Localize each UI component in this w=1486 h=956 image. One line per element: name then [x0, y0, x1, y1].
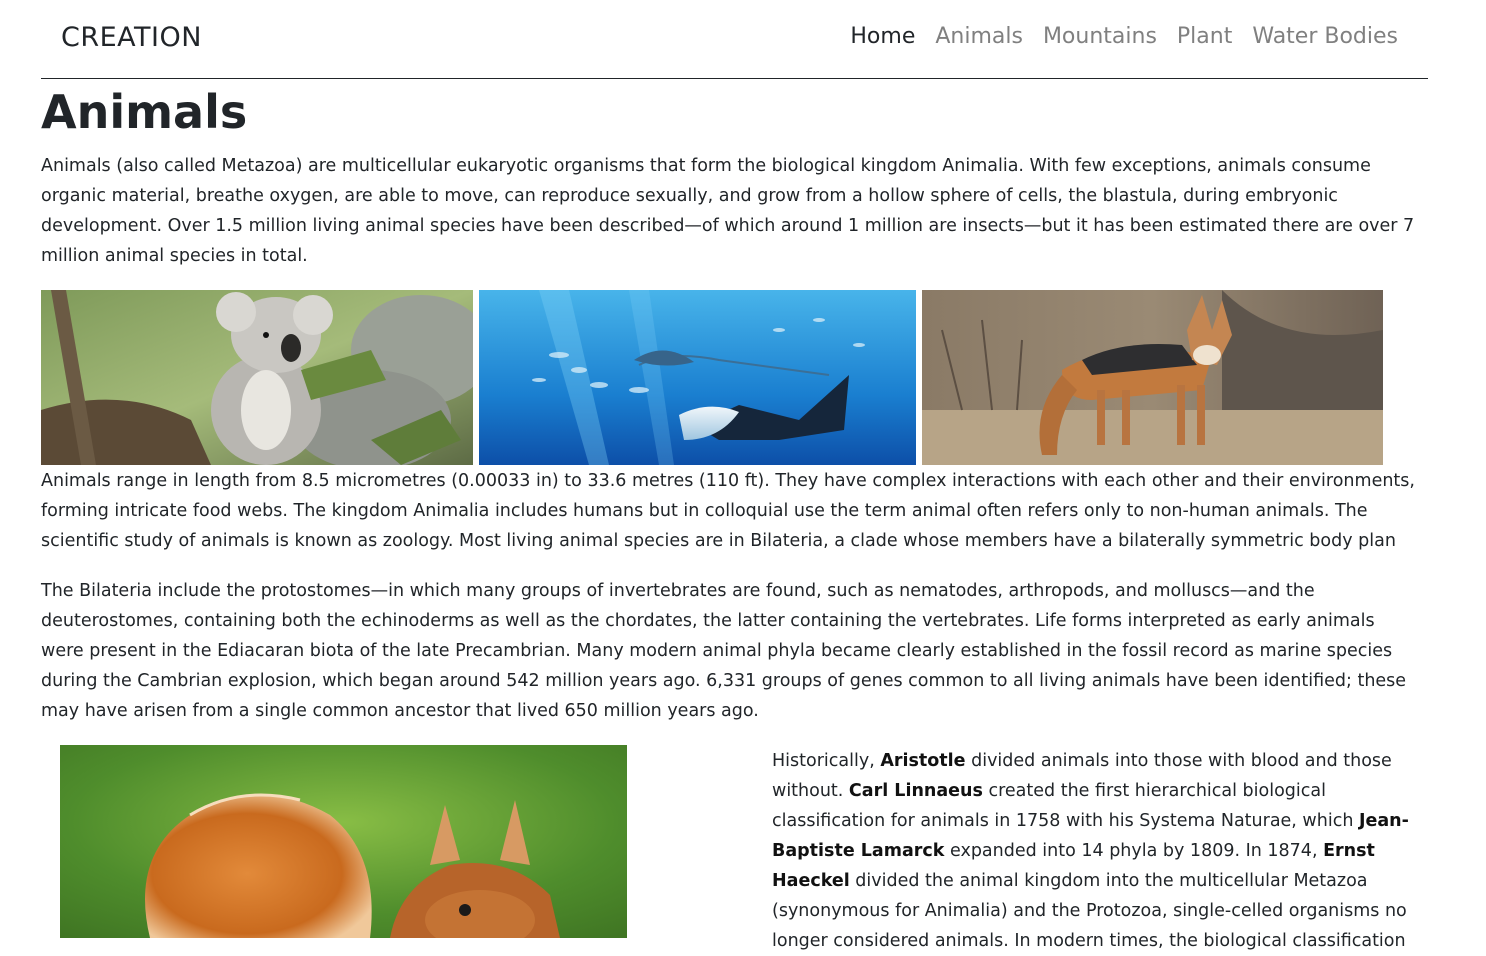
history-paragraph: Historically, Aristotle divided animals … [772, 751, 1409, 951]
navbar: CREATION Home Animals Mountains Plant Wa… [41, 0, 1428, 79]
jackal-photo [922, 290, 1383, 465]
aristotle-name: Aristotle [880, 751, 966, 771]
linnaeus-name: Carl Linnaeus [848, 781, 983, 801]
nav-home[interactable]: Home [850, 24, 915, 49]
length-paragraph: Animals range in length from 8.5 microme… [41, 471, 1415, 551]
nav-links: Home Animals Mountains Plant Water Bodie… [850, 24, 1398, 49]
koala-photo [41, 290, 473, 465]
brand-logo[interactable]: CREATION [61, 22, 202, 53]
bilateria-paragraph: The Bilateria include the protostomes—in… [41, 581, 1407, 721]
squirrel-photo [60, 745, 627, 938]
nav-mountains[interactable]: Mountains [1043, 24, 1157, 49]
manta-ray-photo [479, 290, 916, 465]
page-title: Animals [41, 85, 248, 139]
nav-plant[interactable]: Plant [1177, 24, 1232, 49]
intro-paragraph: Animals (also called Metazoa) are multic… [41, 156, 1415, 266]
nav-animals[interactable]: Animals [935, 24, 1023, 49]
nav-water-bodies[interactable]: Water Bodies [1252, 24, 1398, 49]
